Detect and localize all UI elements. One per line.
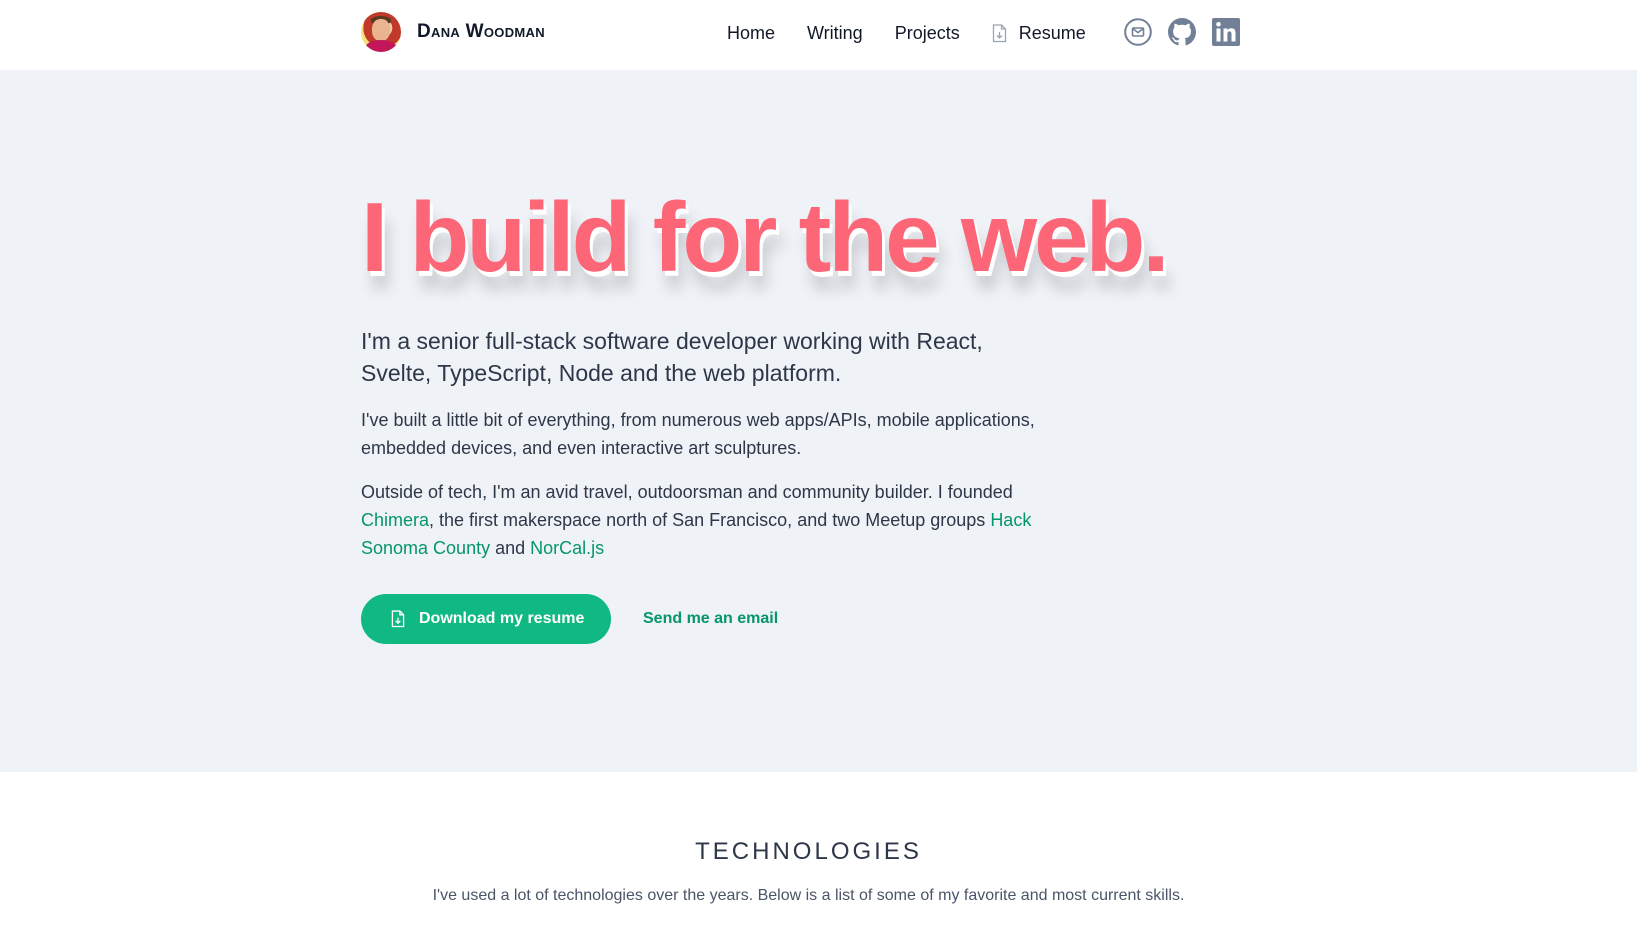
technologies-subtitle: I've used a lot of technologies over the… — [432, 887, 1185, 904]
hero-lead: I'm a senior full-stack software develop… — [361, 328, 983, 386]
github-icon — [1168, 18, 1196, 46]
social-links — [1124, 17, 1240, 47]
avatar — [361, 12, 401, 52]
paragraph-text: , the first makerspace north of San Fran… — [429, 510, 991, 530]
hero-paragraph-1: I've built a little bit of everything, f… — [361, 410, 1035, 458]
document-download-icon — [992, 23, 1007, 43]
nav-projects[interactable]: Projects — [895, 23, 960, 44]
norcal-js-link[interactable]: NorCal.js — [530, 538, 604, 558]
nav-resume-label: Resume — [1018, 22, 1086, 43]
nav-home-label: Home — [727, 22, 776, 43]
nav-home[interactable]: Home — [727, 23, 775, 44]
send-email-link[interactable]: Send me an email — [643, 610, 778, 628]
github-link[interactable] — [1168, 18, 1196, 46]
technologies-section: TECHNOLOGIES I've used a lot of technolo… — [0, 772, 1637, 949]
chimera-link[interactable]: Chimera — [361, 510, 429, 530]
hero-headline: I build for the web. — [361, 182, 1170, 292]
download-resume-label: Download my resume — [419, 610, 585, 627]
nav-resume[interactable]: Resume — [992, 23, 1086, 44]
nav-writing-label: Writing — [807, 22, 863, 43]
site-header: Dana Woodman Home Writing Projects Resum… — [0, 0, 1637, 70]
linkedin-icon — [1212, 18, 1240, 46]
download-resume-button[interactable]: Download my resume — [361, 594, 611, 644]
technologies-title: TECHNOLOGIES — [695, 838, 922, 865]
hero-content: I build for the web. I'm a senior full-s… — [361, 70, 1261, 772]
document-download-icon — [391, 610, 405, 628]
paragraph-text: and — [490, 538, 531, 558]
hero-section: I build for the web. I'm a senior full-s… — [0, 70, 1637, 772]
main-nav: Home Writing Projects Resume — [727, 20, 1086, 46]
nav-writing[interactable]: Writing — [807, 23, 863, 44]
email-icon — [1124, 18, 1152, 46]
hero-paragraph-2: Outside of tech, I'm an avid travel, out… — [361, 478, 1041, 562]
paragraph-text: Outside of tech, I'm an avid travel, out… — [361, 482, 1013, 502]
brand-name: Dana Woodman — [417, 21, 545, 42]
nav-projects-label: Projects — [894, 22, 960, 43]
brand-home-link[interactable]: Dana Woodman — [361, 12, 545, 52]
linkedin-link[interactable] — [1212, 18, 1240, 46]
email-link[interactable] — [1124, 18, 1152, 46]
